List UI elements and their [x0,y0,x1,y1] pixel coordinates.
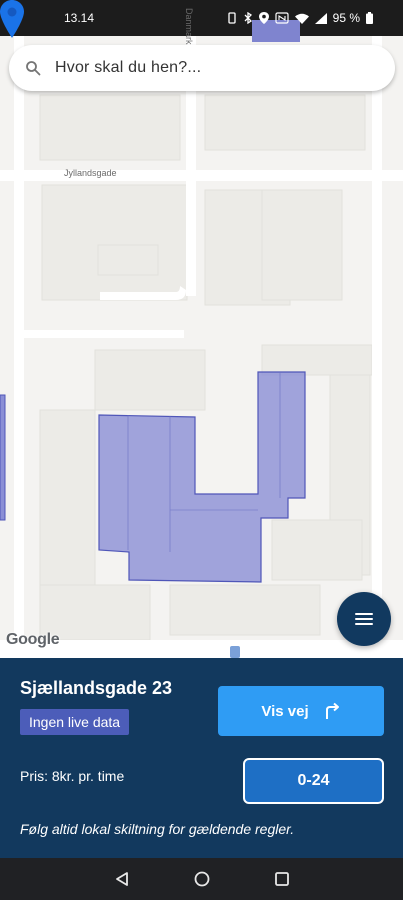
status-time: 13.14 [64,11,95,25]
system-navigation-bar [0,858,403,900]
home-circle-icon[interactable] [194,871,210,887]
battery-percent: 95 % [332,11,360,25]
status-bar: 13.14 95 % [0,0,403,36]
nfc-icon [275,12,289,24]
search-placeholder: Hvor skal du hen?... [55,59,202,76]
zone-info-panel: Sjællandsgade 23 Ingen live data Vis vej… [0,658,403,858]
map-canvas [0,0,403,658]
location-icon [258,12,269,24]
google-attribution[interactable]: Google [6,631,60,649]
street-label-jyllandsgade: Jyllandsgade [64,168,117,178]
search-input[interactable]: Hvor skal du hen?... [9,45,395,91]
status-icons: 95 % [227,11,373,25]
vibrate-icon [227,12,236,24]
live-data-badge: Ingen live data [20,709,130,735]
hours-button[interactable]: 0-24 [243,758,384,804]
wifi-icon [294,13,309,24]
zone-address: Sjællandsgade 23 [20,678,173,698]
route-button[interactable]: Vis vej [218,686,384,736]
search-icon [26,61,41,76]
bluetooth-icon [244,12,252,24]
route-button-label: Vis vej [261,702,309,720]
battery-icon [366,12,373,24]
turn-right-arrow-icon [325,702,339,719]
signal-icon [314,12,327,24]
map-view[interactable]: Jyllandsgade Danmarksgade Google [0,0,403,658]
recents-square-icon[interactable] [274,871,290,887]
regulation-notice: Følg altid lokal skiltning for gældende … [20,821,295,837]
hamburger-menu-icon [355,613,373,625]
back-triangle-icon[interactable] [114,871,130,887]
price-text: Pris: 8kr. pr. time [20,768,125,784]
menu-button[interactable] [337,592,391,646]
